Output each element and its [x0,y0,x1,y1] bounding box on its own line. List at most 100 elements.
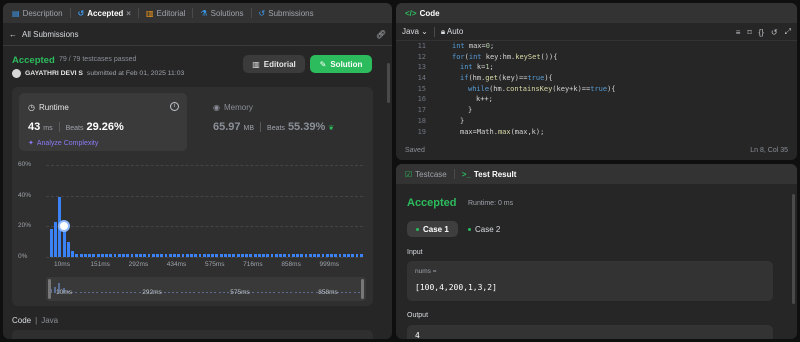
tab-accepted[interactable]: ↺ Accepted × [75,3,134,23]
language-select[interactable]: Java ⌄ [402,27,428,36]
your-submission-marker[interactable] [57,220,70,233]
format-icon[interactable]: ≡ [736,28,741,37]
chart-bar[interactable] [291,253,295,257]
code-line[interactable]: 15 while(hm.containsKey(key+k)==true){ [396,84,797,95]
chart-bar[interactable] [257,253,261,257]
code-line[interactable]: 18} [396,116,797,127]
chart-bar[interactable] [262,253,265,257]
chart-bar[interactable] [325,253,329,257]
solution-button[interactable]: ✎ Solution [310,55,372,73]
range-handle-left[interactable] [48,279,51,299]
expand-icon[interactable]: ⤢ [785,27,791,37]
chart-bar[interactable] [79,253,83,257]
chart-bar[interactable] [198,253,202,257]
analyze-complexity-link[interactable]: ✦ Analyze Complexity [28,139,98,148]
chart-bar[interactable] [351,253,355,257]
chart-bar[interactable] [190,253,193,257]
runtime-distribution-chart[interactable]: 60% 40% 20% 0% 10ms 151ms 292ms 434ms 575ms 716ms… [12,157,373,273]
chart-bar[interactable] [274,253,278,257]
chart-bar[interactable] [245,253,249,257]
chart-bar[interactable] [317,253,321,257]
scrollbar[interactable] [387,63,390,103]
chart-bar[interactable] [359,253,363,257]
tab-test-result[interactable]: >_ Test Result [459,164,520,184]
auto-mode[interactable]: 🔒︎ Auto [441,27,464,37]
chart-bar[interactable] [66,241,70,257]
chart-bar[interactable] [338,253,342,257]
code-line[interactable]: 16 k++; [396,94,797,105]
back-to-submissions[interactable]: ← All Submissions [9,30,78,39]
memory-card[interactable]: ◉ Memory 65.97 MB Beats 55.39% ❦ [204,93,364,151]
scrollbar[interactable] [792,194,795,304]
chart-bar[interactable] [122,253,125,257]
chart-bar[interactable] [143,253,147,257]
chart-bar[interactable] [202,253,206,257]
chart-bar[interactable] [355,253,359,257]
chart-bar[interactable] [181,253,185,257]
chart-bar[interactable] [228,253,232,257]
chart-bar[interactable] [215,253,219,257]
braces-icon[interactable]: {} [759,28,764,37]
chart-bar[interactable] [207,253,210,257]
chart-bar[interactable] [83,253,87,257]
info-icon[interactable]: i [170,102,179,111]
chart-bar[interactable] [279,253,282,257]
code-line[interactable]: 17} [396,105,797,116]
chart-bar[interactable] [139,253,142,257]
case-1-button[interactable]: Case 1 [407,221,458,237]
chart-bar[interactable] [211,253,215,257]
link-icon[interactable]: 🔗︎ [376,30,386,39]
chart-bar[interactable] [105,253,108,257]
avatar[interactable] [12,69,21,78]
chart-bar[interactable] [223,253,227,257]
chart-bar[interactable] [173,253,176,257]
chart-bar[interactable] [50,229,53,257]
chart-bar[interactable] [147,253,151,257]
chart-bar[interactable] [219,253,223,257]
chart-bar[interactable] [117,253,121,257]
user-name[interactable]: GAYATHRI DEVI S [25,70,83,77]
chart-bar[interactable] [130,253,134,257]
tab-submissions[interactable]: ↺ Submissions [256,3,317,23]
chart-bar[interactable] [266,253,270,257]
chart-bar[interactable] [300,253,304,257]
chart-bar[interactable] [92,253,96,257]
chart-bar[interactable] [71,250,75,257]
chart-bar[interactable] [113,253,117,257]
tab-testcase[interactable]: ☑ Testcase [402,164,450,184]
chart-bar[interactable] [177,253,181,257]
chart-bar[interactable] [134,253,138,257]
chart-bar[interactable] [160,253,164,257]
chart-bar[interactable] [308,253,312,257]
reset-icon[interactable]: ↺ [771,28,778,37]
tab-editorial[interactable]: ▥ Editorial [143,3,188,23]
tab-description[interactable]: ▤ Description [9,3,66,23]
code-line[interactable]: 12 for(int key:hm.keySet()){ [396,52,797,63]
code-line[interactable]: 19 max=Math.max(max,k); [396,127,797,138]
close-icon[interactable]: × [126,9,131,18]
code-line[interactable]: 11 int max=0; [396,41,797,52]
chart-bar[interactable] [100,253,104,257]
code-editor[interactable]: 11 int max=0; 12 for(int key:hm.keySet()){ 1… [396,41,797,137]
chart-bar[interactable] [236,253,240,257]
chart-bar[interactable] [287,253,291,257]
chart-bar[interactable] [185,253,189,257]
code-line[interactable]: 14 if(hm.get(key)==true){ [396,73,797,84]
chart-bar[interactable] [283,253,287,257]
chart-bar[interactable] [164,253,168,257]
chart-bar[interactable] [334,253,338,257]
chart-bar[interactable] [194,253,198,257]
chart-bar[interactable] [342,253,346,257]
chart-bar[interactable] [347,253,350,257]
chart-bar[interactable] [109,253,113,257]
bookmark-icon[interactable]: ⌑ [747,28,751,37]
chart-bar[interactable] [253,253,257,257]
chart-bar[interactable] [54,221,58,257]
chart-bar[interactable] [126,253,130,257]
editorial-button[interactable]: ▥ Editorial [243,55,305,73]
chart-bar[interactable] [249,253,253,257]
runtime-card[interactable]: ◷ Runtime i 43 ms Beats 29.26% ✦ Analyze… [19,93,187,151]
chart-bar[interactable] [313,253,316,257]
chart-bar[interactable] [330,253,333,257]
chart-bar[interactable] [304,253,308,257]
